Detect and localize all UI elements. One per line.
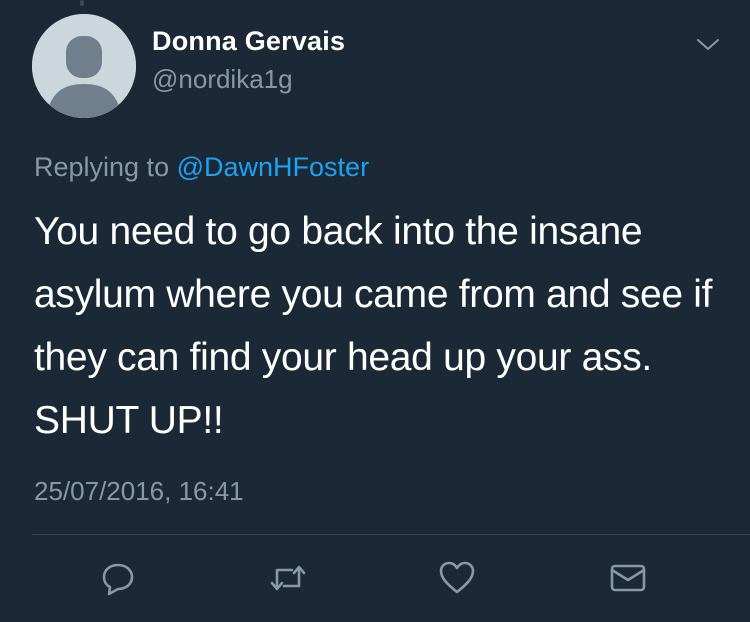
tweet-text: You need to go back into the insane asyl… xyxy=(34,210,723,442)
tweet-timestamp[interactable]: 25/07/2016, 16:41 xyxy=(34,476,244,507)
avatar[interactable] xyxy=(32,14,136,118)
reply-icon xyxy=(102,563,134,596)
like-button[interactable] xyxy=(437,558,477,598)
user-handle[interactable]: @nordika1g xyxy=(152,64,293,95)
heart-icon xyxy=(439,561,475,594)
chevron-down-icon[interactable] xyxy=(694,34,722,54)
thread-connector xyxy=(80,0,84,6)
reply-button[interactable] xyxy=(98,558,138,598)
replying-to-label: Replying to xyxy=(34,152,170,182)
display-name[interactable]: Donna Gervais xyxy=(152,26,345,57)
retweet-button[interactable] xyxy=(268,558,308,598)
envelope-icon xyxy=(610,564,646,592)
direct-message-button[interactable] xyxy=(608,558,648,598)
tweet-detail: Donna Gervais @nordika1g Replying to @Da… xyxy=(0,0,750,622)
reply-mention-link[interactable]: @DawnHFoster xyxy=(177,152,369,182)
retweet-icon xyxy=(270,565,306,591)
replying-to: Replying to @DawnHFoster xyxy=(34,152,369,183)
divider xyxy=(32,534,750,535)
default-avatar-icon xyxy=(32,14,136,118)
